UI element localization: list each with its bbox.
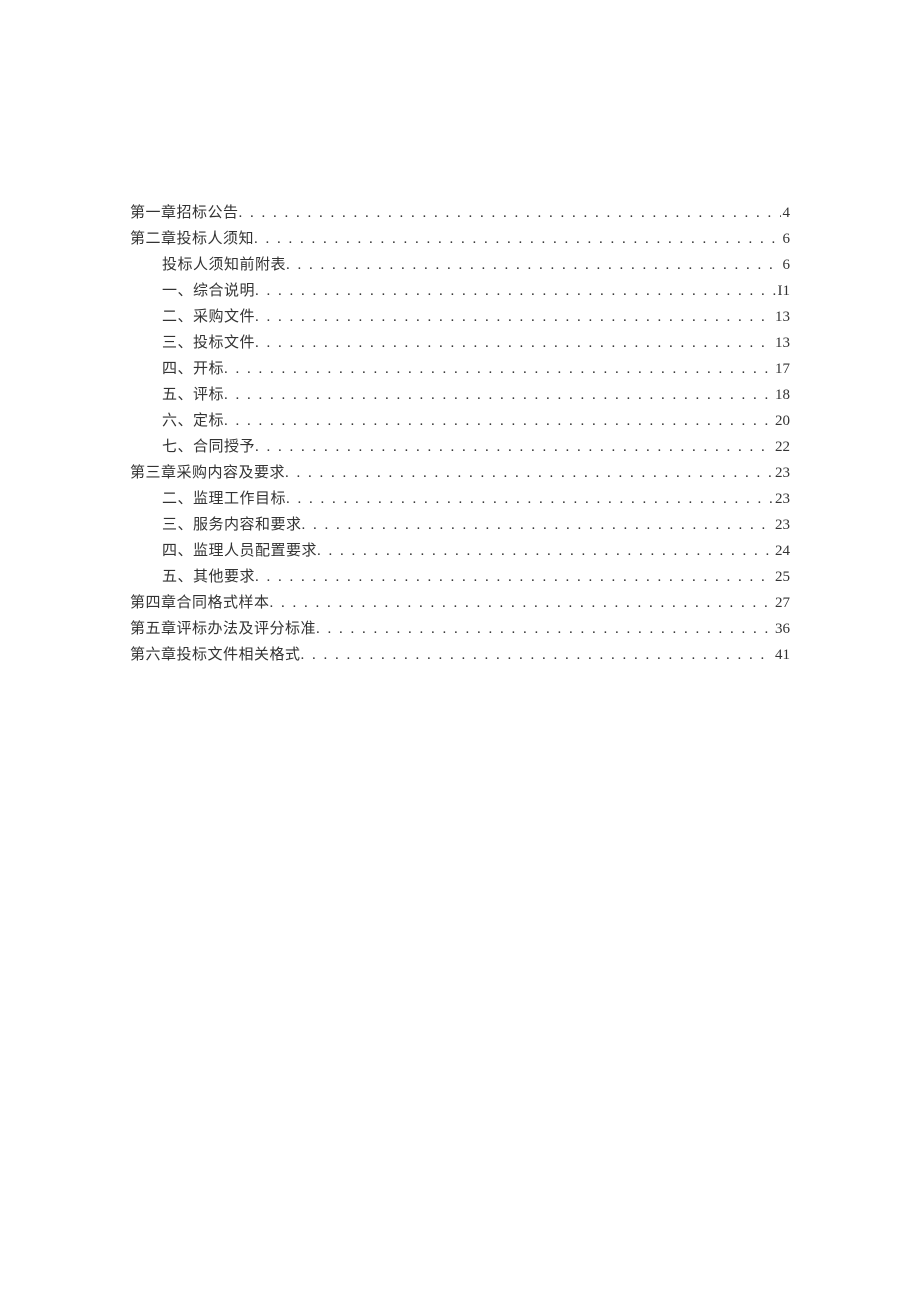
toc-entry-label: 第二章投标人须知 xyxy=(130,226,254,252)
toc-entry: 第六章投标文件相关格式 41 xyxy=(130,642,790,668)
toc-entry: 七、合同授予 22 xyxy=(130,434,790,460)
toc-dot-leader xyxy=(317,538,773,564)
toc-entry: 第二章投标人须知 6 xyxy=(130,226,790,252)
toc-entry-page: 41 xyxy=(773,642,790,668)
toc-dot-leader xyxy=(286,486,773,512)
toc-entry: 一、综合说明 I1 xyxy=(130,278,790,304)
table-of-contents: 第一章招标公告4第二章投标人须知6投标人须知前附表6一、综合说明I1二、采购文件… xyxy=(130,200,790,668)
toc-entry: 第三章采购内容及要求 23 xyxy=(130,460,790,486)
toc-dot-leader xyxy=(255,330,773,356)
toc-entry-page: 13 xyxy=(773,330,790,356)
toc-entry-page: 17 xyxy=(773,356,790,382)
toc-dot-leader xyxy=(255,434,773,460)
toc-dot-leader xyxy=(316,616,773,642)
toc-entry: 第五章评标办法及评分标准 36 xyxy=(130,616,790,642)
toc-entry-page: 20 xyxy=(773,408,790,434)
toc-entry-label: 五、其他要求 xyxy=(162,564,255,590)
toc-entry: 五、其他要求 25 xyxy=(130,564,790,590)
toc-entry: 四、开标 17 xyxy=(130,356,790,382)
toc-entry-page: I1 xyxy=(776,278,791,304)
toc-entry-label: 六、定标 xyxy=(162,408,224,434)
toc-dot-leader xyxy=(255,278,775,304)
toc-entry-label: 一、综合说明 xyxy=(162,278,255,304)
toc-entry: 第一章招标公告 4 xyxy=(130,200,790,226)
toc-entry: 六、定标 20 xyxy=(130,408,790,434)
toc-entry: 五、评标 18 xyxy=(130,382,790,408)
toc-entry: 二、监理工作目标 23 xyxy=(130,486,790,512)
toc-dot-leader xyxy=(255,564,773,590)
toc-entry-label: 五、评标 xyxy=(162,382,224,408)
toc-entry-page: 18 xyxy=(773,382,790,408)
toc-entry-label: 二、采购文件 xyxy=(162,304,255,330)
toc-dot-leader xyxy=(224,382,773,408)
toc-entry: 三、服务内容和要求 23 xyxy=(130,512,790,538)
toc-entry-label: 三、服务内容和要求 xyxy=(162,512,302,538)
toc-entry-page: 6 xyxy=(781,252,791,278)
toc-dot-leader xyxy=(301,642,773,668)
toc-entry: 四、监理人员配置要求 24 xyxy=(130,538,790,564)
toc-entry-label: 四、开标 xyxy=(162,356,224,382)
toc-entry-page: 25 xyxy=(773,564,790,590)
toc-entry-page: 23 xyxy=(773,460,790,486)
toc-entry-page: 23 xyxy=(773,512,790,538)
toc-dot-leader xyxy=(255,304,773,330)
toc-dot-leader xyxy=(270,590,773,616)
toc-dot-leader xyxy=(224,356,773,382)
toc-entry-label: 三、投标文件 xyxy=(162,330,255,356)
toc-entry-label: 投标人须知前附表 xyxy=(162,252,286,278)
toc-entry-label: 第四章合同格式样本 xyxy=(130,590,270,616)
toc-entry: 三、投标文件 13 xyxy=(130,330,790,356)
toc-dot-leader xyxy=(285,460,773,486)
toc-dot-leader xyxy=(224,408,773,434)
toc-entry-page: 22 xyxy=(773,434,790,460)
toc-entry-page: 13 xyxy=(773,304,790,330)
toc-entry-page: 24 xyxy=(773,538,790,564)
toc-entry-label: 四、监理人员配置要求 xyxy=(162,538,317,564)
toc-entry-label: 二、监理工作目标 xyxy=(162,486,286,512)
toc-dot-leader xyxy=(286,252,780,278)
toc-entry: 二、采购文件 13 xyxy=(130,304,790,330)
toc-entry-page: 6 xyxy=(781,226,791,252)
toc-dot-leader xyxy=(239,200,781,226)
toc-entry-label: 第六章投标文件相关格式 xyxy=(130,642,301,668)
toc-entry: 投标人须知前附表 6 xyxy=(130,252,790,278)
toc-entry-label: 第五章评标办法及评分标准 xyxy=(130,616,316,642)
toc-entry-page: 36 xyxy=(773,616,790,642)
toc-entry-page: 27 xyxy=(773,590,790,616)
toc-entry-label: 第三章采购内容及要求 xyxy=(130,460,285,486)
toc-entry: 第四章合同格式样本 27 xyxy=(130,590,790,616)
toc-entry-page: 4 xyxy=(781,200,791,226)
toc-entry-page: 23 xyxy=(773,486,790,512)
toc-entry-label: 第一章招标公告 xyxy=(130,200,239,226)
toc-dot-leader xyxy=(302,512,773,538)
toc-dot-leader xyxy=(254,226,780,252)
toc-entry-label: 七、合同授予 xyxy=(162,434,255,460)
